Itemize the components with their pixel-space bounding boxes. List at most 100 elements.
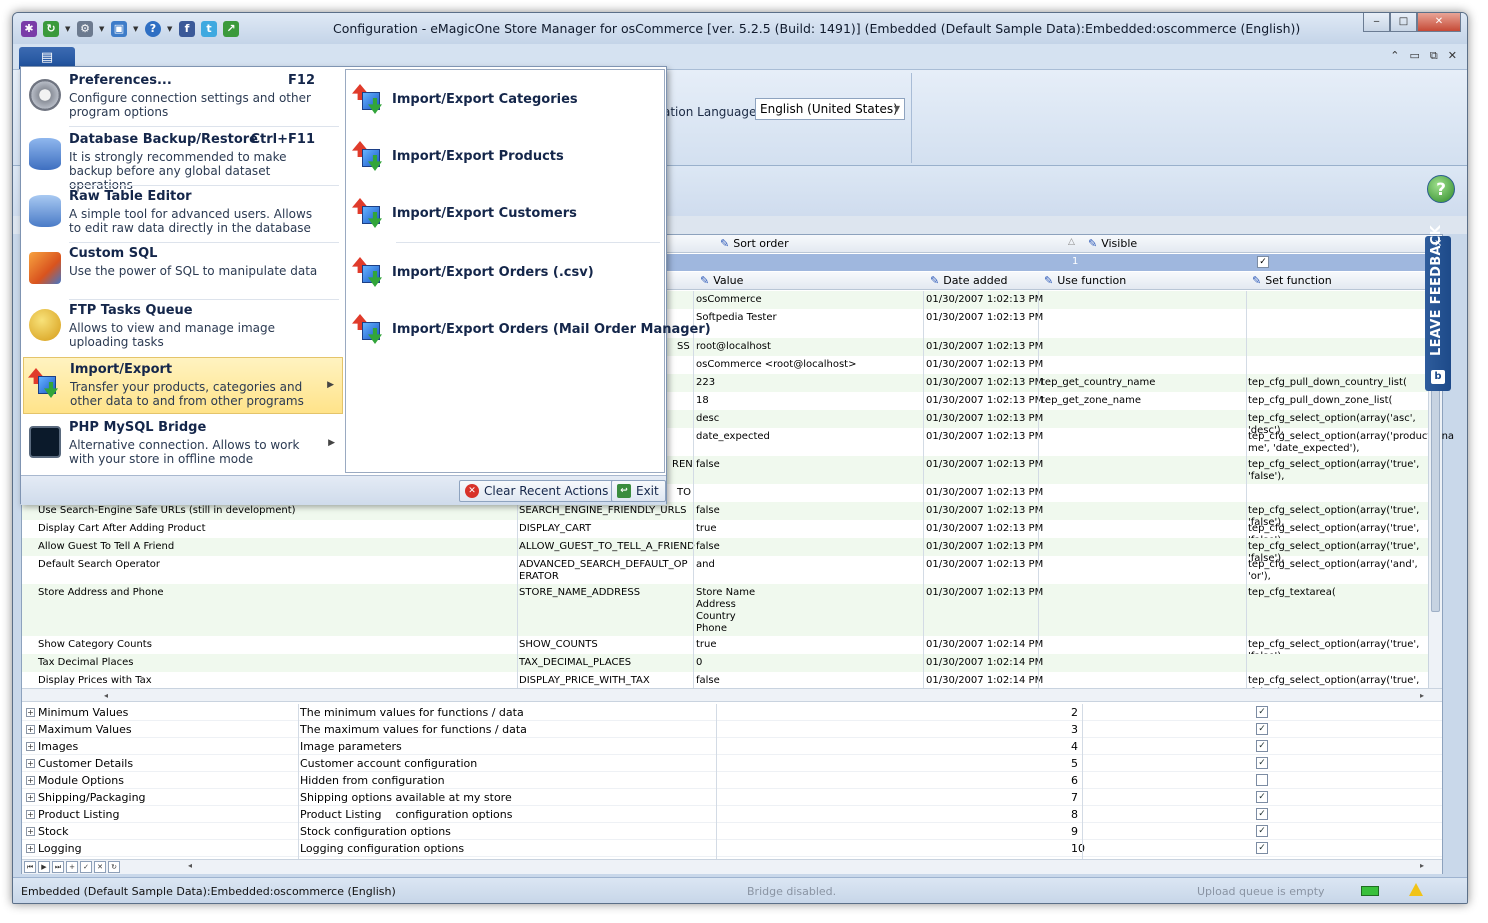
visible-checkbox[interactable]: ✓ bbox=[1256, 723, 1268, 735]
database-icon bbox=[29, 138, 61, 170]
list-item[interactable]: + Stock Stock configuration options 9 ✓ bbox=[22, 823, 1442, 840]
table-row[interactable]: Tax Decimal Places TAX_DECIMAL_PLACES 0 … bbox=[22, 654, 1442, 672]
expand-icon[interactable]: + bbox=[26, 810, 35, 819]
leave-feedback-tab[interactable]: × LEAVE FEEDBACK b bbox=[1425, 225, 1451, 391]
visible-checkbox[interactable]: ✓ bbox=[1256, 791, 1268, 803]
share-icon[interactable]: ↗ bbox=[223, 21, 239, 37]
expand-icon[interactable]: + bbox=[26, 742, 35, 751]
list-item[interactable]: + Product Listing Product Listing config… bbox=[22, 806, 1442, 823]
post-record-icon[interactable]: ✓ bbox=[80, 861, 92, 873]
refresh-records-icon[interactable]: ↻ bbox=[108, 861, 120, 873]
expand-icon[interactable]: + bbox=[26, 759, 35, 768]
restore-down-icon[interactable]: ⧉ bbox=[1430, 49, 1438, 63]
expand-icon[interactable]: + bbox=[26, 827, 35, 836]
list-item[interactable]: + Minimum Values The minimum values for … bbox=[22, 704, 1442, 721]
column-header-set-function[interactable]: ✎ Set function bbox=[1252, 274, 1332, 287]
list-item[interactable]: + Maximum Values The maximum values for … bbox=[22, 721, 1442, 738]
app-logo-icon[interactable]: ✱ bbox=[21, 21, 37, 37]
language-label: ation Language bbox=[663, 105, 757, 119]
expand-icon[interactable]: + bbox=[26, 708, 35, 717]
quick-access-toolbar: ✱ ↻ ▼ ⚙ ▼ ▣ ▼ ? ▼ f t ↗ bbox=[21, 20, 239, 38]
table-row[interactable]: Show Category Counts SHOW_COUNTS true 01… bbox=[22, 636, 1442, 662]
visible-checkbox[interactable] bbox=[1256, 774, 1268, 786]
expand-icon[interactable]: + bbox=[26, 776, 35, 785]
visible-checkbox[interactable]: ✓ bbox=[1256, 740, 1268, 752]
menu-item-ftp-tasks-queue[interactable]: FTP Tasks Queue Allows to view and manag… bbox=[23, 299, 343, 356]
scroll-right-icon[interactable]: ▸ bbox=[1420, 691, 1424, 700]
submenu-item-orders-csv[interactable]: Import/Export Orders (.csv) bbox=[350, 253, 662, 293]
visible-checkbox[interactable]: ✓ bbox=[1256, 825, 1268, 837]
visible-checkbox[interactable]: ✓ bbox=[1256, 706, 1268, 718]
scroll-right-icon[interactable]: ▸ bbox=[1420, 861, 1424, 870]
facebook-icon[interactable]: f bbox=[179, 21, 195, 37]
group-visible-checkbox[interactable]: ✓ bbox=[1257, 256, 1269, 268]
twitter-icon[interactable]: t bbox=[201, 21, 217, 37]
submenu-item-categories[interactable]: Import/Export Categories bbox=[350, 80, 662, 120]
chevron-down-icon[interactable]: ▼ bbox=[167, 25, 173, 33]
visible-checkbox[interactable]: ✓ bbox=[1256, 808, 1268, 820]
warning-icon[interactable] bbox=[1409, 883, 1423, 896]
table-row[interactable]: Store Address and Phone STORE_NAME_ADDRE… bbox=[22, 584, 1442, 636]
tools-icon[interactable]: ⚙ bbox=[77, 21, 93, 37]
windows-icon[interactable]: ▣ bbox=[111, 21, 127, 37]
exit-icon: ↩ bbox=[617, 484, 631, 498]
cancel-record-icon[interactable]: ✕ bbox=[94, 861, 106, 873]
menu-separator bbox=[396, 242, 660, 243]
column-divider bbox=[716, 704, 717, 859]
refresh-icon[interactable]: ↻ bbox=[43, 21, 59, 37]
minimize-button[interactable]: ‒ bbox=[1363, 13, 1390, 32]
next-record-icon[interactable]: ▶ bbox=[38, 861, 50, 873]
column-header-date-added[interactable]: ✎ Date added bbox=[930, 274, 1007, 287]
column-header-sort-order[interactable]: ✎ Sort order bbox=[720, 237, 789, 250]
collapse-ribbon-icon[interactable]: ⌃ bbox=[1390, 49, 1399, 63]
close-icon[interactable]: ✕ bbox=[1448, 49, 1457, 63]
first-record-icon[interactable]: ⏮ bbox=[24, 861, 36, 873]
list-item[interactable]: + Images Image parameters 4 ✓ bbox=[22, 738, 1442, 755]
chevron-down-icon[interactable]: ▼ bbox=[65, 25, 71, 33]
maximize-button[interactable]: □ bbox=[1390, 13, 1417, 32]
submenu-item-customers[interactable]: Import/Export Customers bbox=[350, 194, 662, 234]
visible-checkbox[interactable]: ✓ bbox=[1256, 757, 1268, 769]
table-row[interactable]: Default Search Operator ADVANCED_SEARCH_… bbox=[22, 556, 1442, 584]
close-button[interactable]: ✕ bbox=[1417, 13, 1461, 32]
language-value: English (United States) bbox=[760, 102, 898, 116]
expand-icon[interactable]: + bbox=[26, 793, 35, 802]
help-globe-icon[interactable]: ? bbox=[1427, 175, 1455, 203]
clear-recent-actions-button[interactable]: ✕ Clear Recent Actions bbox=[459, 480, 616, 502]
chevron-down-icon[interactable]: ▼ bbox=[133, 25, 139, 33]
restore-icon[interactable]: ▭ bbox=[1410, 49, 1420, 63]
column-header-use-function[interactable]: ✎ Use function bbox=[1044, 274, 1126, 287]
insert-record-icon[interactable]: + bbox=[66, 861, 78, 873]
chevron-down-icon: ▼ bbox=[893, 104, 900, 113]
menu-items-column: Preferences... F12 Configure connection … bbox=[21, 67, 345, 475]
language-select[interactable]: English (United States) ▼ bbox=[755, 98, 905, 120]
last-record-icon[interactable]: ⏭ bbox=[52, 861, 64, 873]
scroll-left-icon[interactable]: ◂ bbox=[188, 861, 192, 870]
list-item[interactable]: + Logging Logging configuration options … bbox=[22, 840, 1442, 857]
detail-horizontal-scrollbar[interactable]: ◂ ▸ bbox=[22, 688, 1442, 702]
scroll-left-icon[interactable]: ◂ bbox=[104, 691, 108, 700]
list-item[interactable]: + Module Options Hidden from configurati… bbox=[22, 772, 1442, 789]
submenu-item-orders-mail[interactable]: Import/Export Orders (Mail Order Manager… bbox=[350, 310, 711, 350]
table-row[interactable]: Allow Guest To Tell A Friend ALLOW_GUEST… bbox=[22, 538, 1442, 564]
column-header-value[interactable]: ✎ Value bbox=[700, 274, 743, 287]
table-row[interactable]: Display Cart After Adding Product DISPLA… bbox=[22, 520, 1442, 546]
expand-icon[interactable]: + bbox=[26, 725, 35, 734]
exit-button[interactable]: ↩ Exit bbox=[611, 480, 666, 502]
expand-icon[interactable]: + bbox=[26, 844, 35, 853]
menu-item-import-export[interactable]: Import/Export Transfer your products, ca… bbox=[23, 357, 343, 414]
help-icon[interactable]: ? bbox=[145, 21, 161, 37]
sql-icon bbox=[29, 252, 61, 284]
list-item[interactable]: + Customer Details Customer account conf… bbox=[22, 755, 1442, 772]
list-item[interactable]: + Shipping/Packaging Shipping options av… bbox=[22, 789, 1442, 806]
menu-item-database-backup[interactable]: Database Backup/Restore Ctrl+F11 It is s… bbox=[23, 128, 343, 192]
application-menu: Preferences... F12 Configure connection … bbox=[20, 66, 711, 505]
chevron-down-icon[interactable]: ▼ bbox=[99, 25, 105, 33]
column-header-visible[interactable]: ✎ Visible bbox=[1088, 237, 1137, 250]
menu-item-php-mysql-bridge[interactable]: PHP MySQL Bridge Alternative connection.… bbox=[23, 416, 343, 473]
visible-checkbox[interactable]: ✓ bbox=[1256, 842, 1268, 854]
menu-item-preferences[interactable]: Preferences... F12 Configure connection … bbox=[23, 69, 343, 127]
menu-item-custom-sql[interactable]: Custom SQL Use the power of SQL to manip… bbox=[23, 242, 343, 300]
submenu-item-products[interactable]: Import/Export Products bbox=[350, 137, 662, 177]
menu-item-raw-table-editor[interactable]: Raw Table Editor A simple tool for advan… bbox=[23, 185, 343, 243]
